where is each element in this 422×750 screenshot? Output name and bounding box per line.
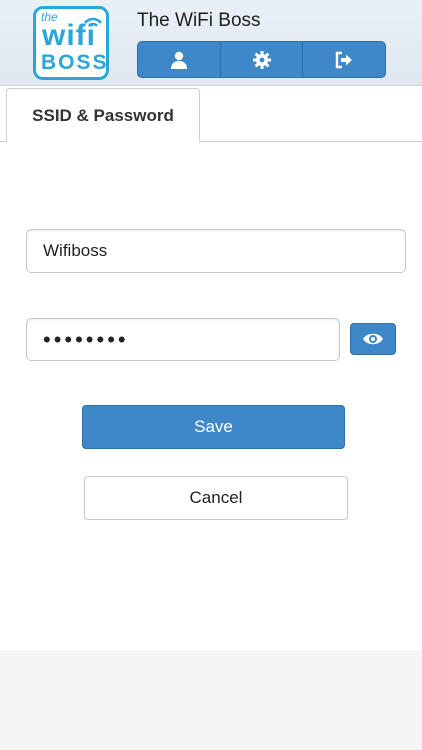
tab-bar: SSID & Password	[0, 86, 422, 143]
save-button[interactable]: Save	[82, 405, 345, 449]
eye-icon	[363, 333, 383, 345]
ssid-input[interactable]: Wifiboss	[26, 229, 406, 273]
user-icon	[170, 51, 187, 69]
profile-button[interactable]	[138, 42, 221, 77]
app-header: the wifi BOSS The WiFi Boss	[0, 0, 422, 86]
gear-icon	[252, 50, 271, 69]
logout-icon	[335, 51, 353, 68]
logo-boss-text: BOSS	[41, 51, 109, 74]
header-toolbar	[137, 41, 386, 78]
settings-button[interactable]	[221, 42, 304, 77]
app-title: The WiFi Boss	[137, 10, 261, 31]
password-input[interactable]: ••••••••	[26, 318, 340, 361]
show-password-button[interactable]	[350, 323, 396, 355]
bottom-area	[0, 650, 422, 750]
cancel-button[interactable]: Cancel	[84, 476, 348, 520]
app-screen: the wifi BOSS The WiFi Boss SSID & Passw…	[0, 0, 422, 750]
logo-wifi-text: wifi	[42, 19, 96, 52]
tab-ssid-password[interactable]: SSID & Password	[6, 88, 200, 143]
logout-button[interactable]	[303, 42, 385, 77]
wifi-boss-logo: the wifi BOSS	[33, 6, 109, 80]
